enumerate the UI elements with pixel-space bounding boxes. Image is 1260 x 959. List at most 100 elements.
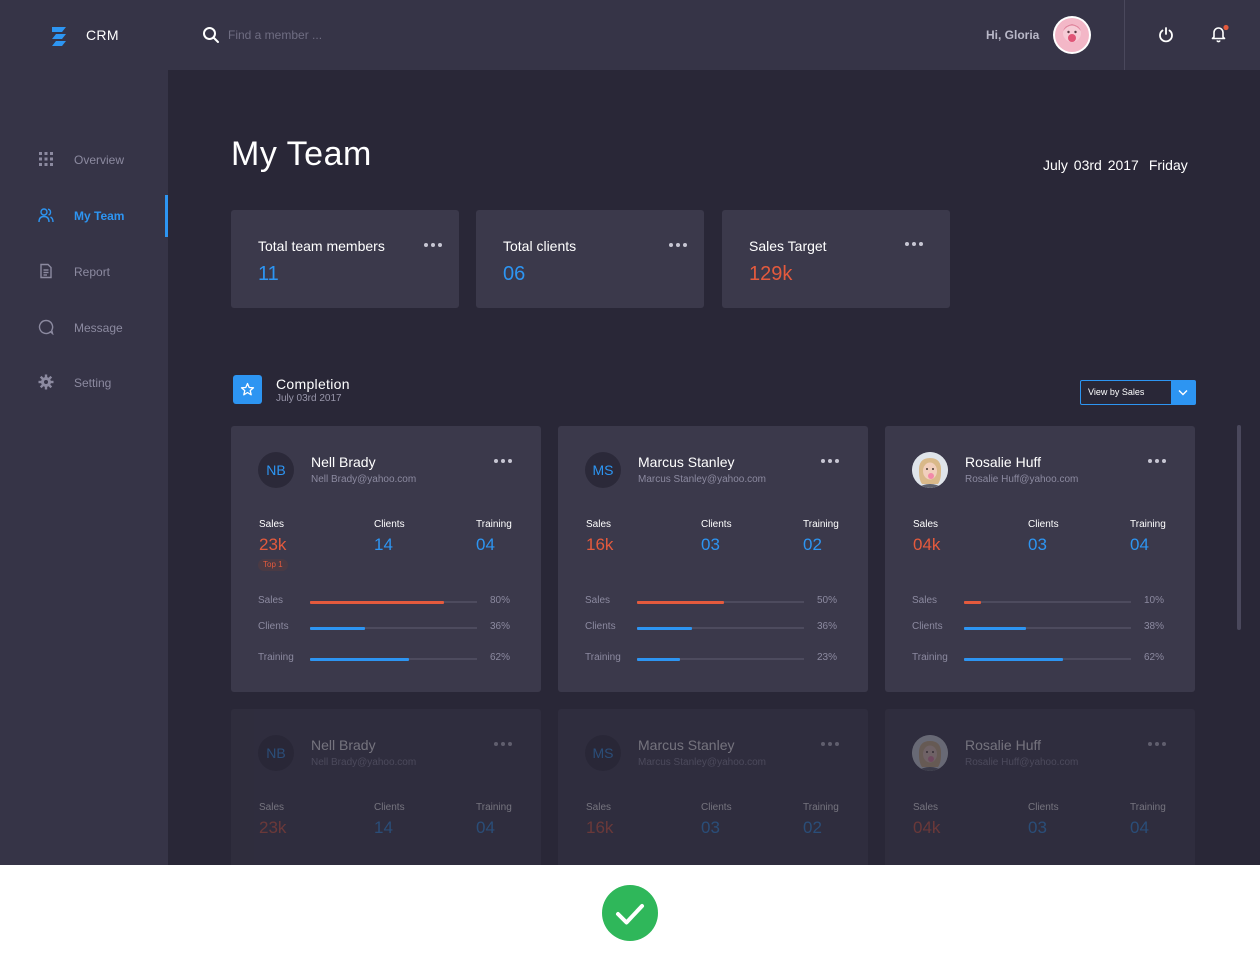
progress-fill — [310, 626, 366, 630]
progress-label: Training — [912, 652, 948, 663]
member-name: Rosalie Huff — [965, 454, 1042, 470]
progress-label: Sales — [258, 595, 284, 606]
member-card[interactable]: MS Marcus Stanley Marcus Stanley@yahoo.com… — [558, 709, 868, 865]
member-training-value: 02 — [803, 818, 822, 837]
progress-track — [964, 657, 1131, 661]
progress-label: Clients — [585, 621, 616, 632]
stat-value: 129k — [749, 263, 793, 285]
member-email: Rosalie Huff@yahoo.com — [965, 474, 1079, 485]
progress-fill — [964, 657, 1063, 661]
search-icon — [203, 27, 219, 43]
sidebar-item-message[interactable]: Message — [0, 307, 168, 351]
column-label-training: Training — [1130, 519, 1166, 530]
message-icon — [38, 319, 54, 335]
member-avatar: MS — [585, 735, 621, 771]
column-label-training: Training — [803, 519, 839, 530]
more-icon[interactable] — [669, 243, 691, 249]
sidebar-item-label: Overview — [74, 153, 125, 167]
top-bar: CRM Hi, Gloria — [0, 0, 1260, 70]
member-clients-value: 03 — [701, 818, 720, 837]
chevron-down-icon — [1178, 390, 1188, 396]
column-label-clients: Clients — [701, 519, 732, 530]
member-avatar — [912, 735, 948, 771]
progress-percent: 38% — [1144, 621, 1165, 632]
date-text: July 03rd 2017 — [1043, 157, 1139, 173]
progress-label: Training — [585, 652, 621, 663]
member-email: Rosalie Huff@yahoo.com — [965, 757, 1079, 768]
sidebar-item-my-team[interactable]: My Team — [0, 195, 168, 239]
grid-icon — [39, 152, 53, 166]
progress-percent: 10% — [1144, 595, 1165, 606]
member-card[interactable]: Rosalie Huff Rosalie Huff@yahoo.com Sales 0… — [885, 426, 1195, 692]
member-name: Marcus Stanley — [638, 737, 735, 753]
search-input[interactable] — [228, 23, 488, 47]
member-email: Marcus Stanley@yahoo.com — [638, 474, 766, 485]
member-clients-value: 03 — [1028, 535, 1047, 554]
brand-name: CRM — [86, 27, 119, 43]
more-icon[interactable] — [494, 459, 516, 465]
member-card[interactable]: MS Marcus Stanley Marcus Stanley@yahoo.com… — [558, 426, 868, 692]
member-sales-value: 04k — [913, 818, 941, 837]
progress-fill — [637, 626, 693, 630]
member-photo — [912, 452, 948, 488]
progress-percent: 36% — [490, 621, 511, 632]
progress-track — [964, 600, 1131, 604]
progress-fill — [310, 600, 444, 604]
member-card[interactable]: NB Nell Brady Nell Brady@yahoo.com Sales 23k… — [231, 709, 541, 865]
progress-track — [310, 626, 477, 630]
sidebar-item-label: Report — [74, 265, 111, 279]
more-icon[interactable] — [1148, 742, 1170, 748]
document-icon — [40, 263, 52, 279]
bell-icon[interactable] — [1209, 24, 1229, 44]
column-label-sales: Sales — [586, 519, 612, 530]
stat-value: 11 — [258, 263, 279, 285]
member-training-value: 02 — [803, 535, 822, 554]
user-greeting: Hi, Gloria — [986, 28, 1040, 42]
progress-percent: 36% — [817, 621, 838, 632]
sidebar-item-label: Setting — [74, 376, 112, 390]
sidebar-item-report[interactable]: Report — [0, 251, 168, 295]
more-icon[interactable] — [424, 243, 446, 249]
column-label-training: Training — [803, 802, 839, 813]
member-sales-value: 23k — [259, 818, 287, 837]
view-by-select[interactable]: View by Sales — [1080, 380, 1196, 405]
column-label-sales: Sales — [259, 519, 285, 530]
member-avatar: MS — [585, 452, 621, 488]
more-icon[interactable] — [494, 742, 516, 748]
sidebar-item-setting[interactable]: Setting — [0, 362, 168, 406]
day-text: Friday — [1148, 157, 1188, 173]
member-training-value: 04 — [1130, 818, 1149, 837]
user-avatar[interactable] — [1053, 16, 1091, 54]
progress-fill — [310, 657, 409, 661]
column-label-sales: Sales — [913, 519, 939, 530]
stat-label: Sales Target — [749, 238, 827, 254]
column-label-clients: Clients — [701, 802, 732, 813]
sidebar-item-overview[interactable]: Overview — [0, 139, 168, 183]
member-email: Nell Brady@yahoo.com — [311, 757, 417, 768]
progress-track — [637, 626, 804, 630]
team-icon — [38, 208, 54, 223]
sidebar-item-label: My Team — [74, 209, 125, 223]
more-icon[interactable] — [905, 242, 927, 248]
scrollbar[interactable] — [1237, 425, 1241, 630]
member-name: Nell Brady — [311, 454, 376, 470]
logo-icon[interactable] — [48, 24, 70, 48]
success-check-icon — [602, 885, 658, 941]
member-clients-value: 14 — [374, 818, 393, 837]
refresh-icon[interactable] — [1157, 26, 1175, 44]
member-avatar: NB — [258, 452, 294, 488]
section-title: Completion — [276, 376, 350, 392]
more-icon[interactable] — [821, 742, 843, 748]
column-label-sales: Sales — [586, 802, 612, 813]
member-card[interactable]: Rosalie Huff Rosalie Huff@yahoo.com Sales 0… — [885, 709, 1195, 865]
stat-label: Total clients — [503, 238, 577, 254]
user-avatar-image — [1055, 18, 1089, 52]
member-training-value: 04 — [1130, 535, 1149, 554]
more-icon[interactable] — [1148, 459, 1170, 465]
member-avatar: NB — [258, 735, 294, 771]
progress-percent: 23% — [817, 652, 838, 663]
more-icon[interactable] — [821, 459, 843, 465]
column-label-sales: Sales — [259, 802, 285, 813]
member-card[interactable]: NB Nell Brady Nell Brady@yahoo.com Sales 23k… — [231, 426, 541, 692]
select-toggle[interactable] — [1171, 381, 1195, 404]
